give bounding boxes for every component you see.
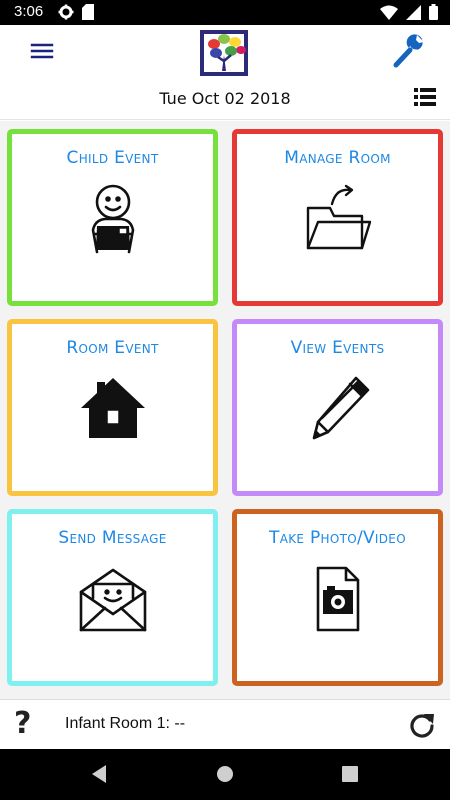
send-message-label: Send Message [58, 528, 167, 548]
recent-apps-icon[interactable] [341, 764, 359, 784]
child-event-tile[interactable]: Child Event [7, 129, 218, 306]
status-notification-icons [58, 4, 94, 20]
camera-file-icon [316, 566, 359, 632]
take-photo-video-tile[interactable]: Take Photo/Video [232, 509, 443, 686]
battery-icon [429, 4, 438, 20]
room-event-tile[interactable]: Room Event [7, 319, 218, 496]
folder-icon [306, 184, 371, 250]
room-event-label: Room Event [66, 338, 159, 358]
android-nav-bar [0, 749, 450, 800]
send-message-tile[interactable]: Send Message [7, 509, 218, 686]
help-icon[interactable]: ? [14, 706, 31, 741]
back-icon[interactable] [90, 764, 108, 784]
child-event-label: Child Event [66, 148, 159, 168]
house-icon [80, 378, 145, 438]
view-events-tile[interactable]: View Events [232, 319, 443, 496]
dashboard-grid: Child Event Manage Room Room Event View … [0, 121, 450, 699]
manage-room-tile[interactable]: Manage Room [232, 129, 443, 306]
tree-logo [200, 30, 248, 76]
room-status-bar: ? Infant Room 1: -- [0, 699, 450, 749]
signal-icon [406, 4, 421, 20]
status-time: 3:06 [14, 3, 44, 20]
home-icon[interactable] [216, 764, 234, 784]
list-view-icon[interactable] [414, 87, 436, 107]
wifi-icon [380, 5, 398, 20]
view-events-label: View Events [290, 338, 385, 358]
child-face-icon [91, 184, 134, 254]
status-bar: 3:06 [0, 0, 450, 25]
take-photo-video-label: Take Photo/Video [269, 528, 406, 548]
refresh-icon[interactable] [408, 710, 436, 738]
pencil-icon [312, 376, 369, 440]
sd-card-icon [82, 4, 94, 20]
manage-room-label: Manage Room [284, 148, 391, 168]
app-header: Tue Oct 02 2018 [0, 25, 450, 120]
envelope-icon [79, 568, 146, 632]
status-system-icons [380, 4, 438, 20]
wrench-icon[interactable] [390, 33, 426, 69]
room-status-text: Infant Room 1: -- [65, 715, 186, 732]
current-date: Tue Oct 02 2018 [159, 89, 291, 108]
hamburger-menu-icon[interactable] [28, 37, 56, 65]
settings-icon [58, 4, 74, 20]
